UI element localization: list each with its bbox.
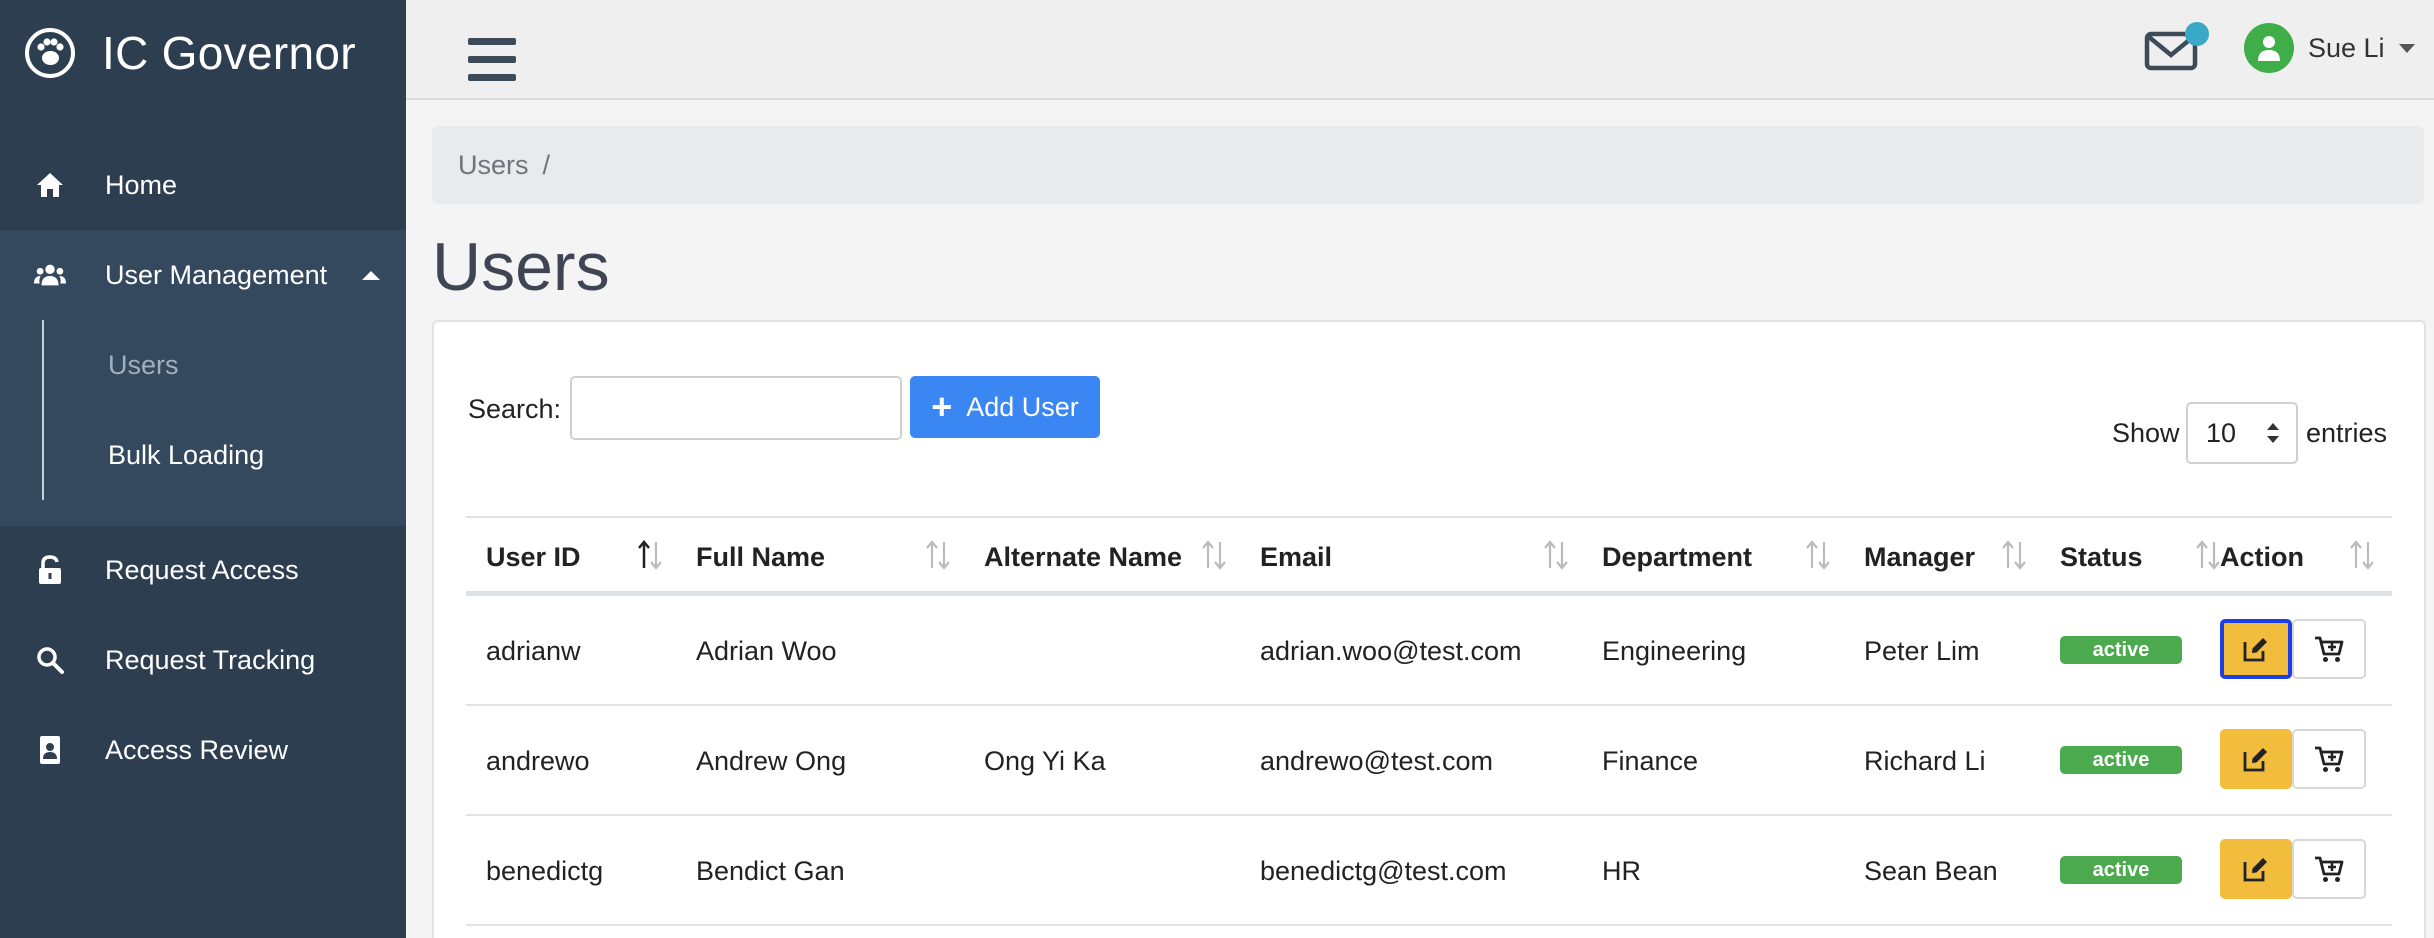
- brand[interactable]: IC Governor: [24, 22, 356, 84]
- cell-user-id: adrianw: [486, 636, 581, 666]
- cell-user-id: andrewo: [486, 746, 590, 776]
- cart-plus-icon: [2315, 746, 2344, 772]
- users-table: User ID Full Name Alternate Name Email D…: [466, 516, 2392, 926]
- show-label: Show: [2112, 418, 2180, 448]
- col-full-name[interactable]: Full Name: [696, 542, 825, 573]
- add-to-cart-button[interactable]: [2292, 729, 2366, 789]
- col-user-id[interactable]: User ID: [486, 542, 581, 573]
- sidebar-subitem-bulk-loading[interactable]: Bulk Loading: [108, 440, 264, 471]
- edit-button[interactable]: [2220, 619, 2292, 679]
- cell-email: adrian.woo@test.com: [1260, 636, 1522, 666]
- sort-icon[interactable]: [1542, 538, 1570, 572]
- edit-button[interactable]: [2220, 729, 2292, 789]
- sidebar: IC Governor Home User Management Users B…: [0, 0, 406, 938]
- paw-logo-icon: [25, 28, 75, 78]
- col-action[interactable]: Action: [2220, 542, 2304, 573]
- edit-button[interactable]: [2220, 839, 2292, 899]
- entries-select[interactable]: 10: [2186, 402, 2298, 464]
- search-input[interactable]: [570, 376, 902, 440]
- page-title: Users: [432, 229, 610, 305]
- sort-icon[interactable]: [1200, 538, 1228, 572]
- table-row: benedictg Bendict Gan benedictg@test.com…: [466, 816, 2392, 926]
- search-icon: [34, 644, 66, 676]
- status-badge: active: [2060, 636, 2182, 664]
- add-to-cart-button[interactable]: [2292, 619, 2366, 679]
- plus-icon: +: [931, 386, 953, 427]
- table-header: User ID Full Name Alternate Name Email D…: [466, 516, 2392, 596]
- cell-email: benedictg@test.com: [1260, 856, 1507, 886]
- entries-value: 10: [2206, 417, 2237, 448]
- users-icon: [34, 259, 66, 291]
- topbar: Sue Li: [406, 0, 2434, 100]
- sidebar-item-request-tracking[interactable]: Request Tracking: [0, 615, 406, 705]
- avatar-icon: [2244, 23, 2294, 73]
- sidebar-item-access-review[interactable]: Access Review: [0, 705, 406, 795]
- edit-icon: [2243, 748, 2267, 772]
- caret-up-icon: [362, 271, 380, 280]
- col-manager[interactable]: Manager: [1864, 542, 1975, 573]
- user-management-submenu: Users Bulk Loading: [0, 320, 406, 526]
- sidebar-item-label: Access Review: [105, 734, 289, 765]
- add-user-button[interactable]: + Add User: [910, 376, 1100, 438]
- status-badge: active: [2060, 746, 2182, 774]
- cell-full-name: Adrian Woo: [696, 636, 837, 666]
- sort-icon[interactable]: [2348, 538, 2376, 572]
- cell-full-name: Bendict Gan: [696, 856, 845, 886]
- caret-down-icon: [2398, 43, 2415, 53]
- cell-alternate-name: Ong Yi Ka: [984, 746, 1106, 776]
- unlock-icon: [34, 554, 66, 586]
- sort-asc-icon[interactable]: [636, 538, 664, 572]
- status-badge: active: [2060, 856, 2182, 884]
- app-title: IC Governor: [102, 27, 356, 79]
- sidebar-item-request-access[interactable]: Request Access: [0, 525, 406, 615]
- user-name: Sue Li: [2308, 32, 2385, 63]
- sidebar-item-label: Request Tracking: [105, 644, 316, 675]
- hamburger-menu-icon[interactable]: [468, 38, 516, 82]
- cell-department: Finance: [1602, 746, 1699, 776]
- sidebar-item-user-management[interactable]: User Management: [0, 230, 406, 320]
- users-card: Search: + Add User Show 10 entries User …: [432, 320, 2426, 938]
- cell-full-name: Andrew Ong: [696, 746, 847, 776]
- cell-department: HR: [1602, 856, 1641, 886]
- cell-manager: Sean Bean: [1864, 856, 1998, 886]
- cell-user-id: benedictg: [486, 856, 604, 886]
- cart-plus-icon: [2315, 636, 2344, 662]
- sort-icon[interactable]: [2194, 538, 2222, 572]
- sidebar-item-label: User Management: [105, 259, 328, 290]
- col-status[interactable]: Status: [2060, 542, 2143, 573]
- sort-icon[interactable]: [1804, 538, 1832, 572]
- breadcrumb-item-users[interactable]: Users: [458, 150, 529, 181]
- notification-dot: [2185, 22, 2209, 46]
- cell-manager: Peter Lim: [1864, 636, 1980, 666]
- id-badge-icon: [34, 734, 66, 766]
- sort-icon[interactable]: [924, 538, 952, 572]
- breadcrumb: Users /: [432, 126, 2424, 204]
- sidebar-item-label: Request Access: [105, 554, 299, 585]
- sidebar-subitem-users[interactable]: Users: [108, 350, 179, 381]
- edit-icon: [2243, 858, 2267, 882]
- sidebar-item-home[interactable]: Home: [0, 140, 406, 230]
- add-to-cart-button[interactable]: [2292, 839, 2366, 899]
- sort-icon[interactable]: [2000, 538, 2028, 572]
- edit-icon: [2243, 638, 2267, 662]
- search-label: Search:: [468, 394, 562, 424]
- home-icon: [34, 169, 66, 201]
- col-department[interactable]: Department: [1602, 542, 1752, 573]
- col-alternate-name[interactable]: Alternate Name: [984, 542, 1182, 573]
- table-row: adrianw Adrian Woo adrian.woo@test.com E…: [466, 596, 2392, 706]
- table-row: andrewo Andrew Ong Ong Yi Ka andrewo@tes…: [466, 706, 2392, 816]
- breadcrumb-separator: /: [542, 149, 551, 180]
- cart-plus-icon: [2315, 856, 2344, 882]
- submenu-line: [42, 320, 44, 500]
- add-user-label: Add User: [966, 391, 1079, 422]
- col-email[interactable]: Email: [1260, 542, 1332, 573]
- cell-manager: Richard Li: [1864, 746, 1986, 776]
- select-arrows-icon: [2267, 423, 2279, 443]
- user-menu[interactable]: Sue Li: [2244, 22, 2415, 74]
- cell-department: Engineering: [1602, 636, 1747, 666]
- sidebar-item-label: Home: [105, 169, 178, 200]
- cell-email: andrewo@test.com: [1260, 746, 1494, 776]
- entries-label: entries: [2306, 418, 2388, 448]
